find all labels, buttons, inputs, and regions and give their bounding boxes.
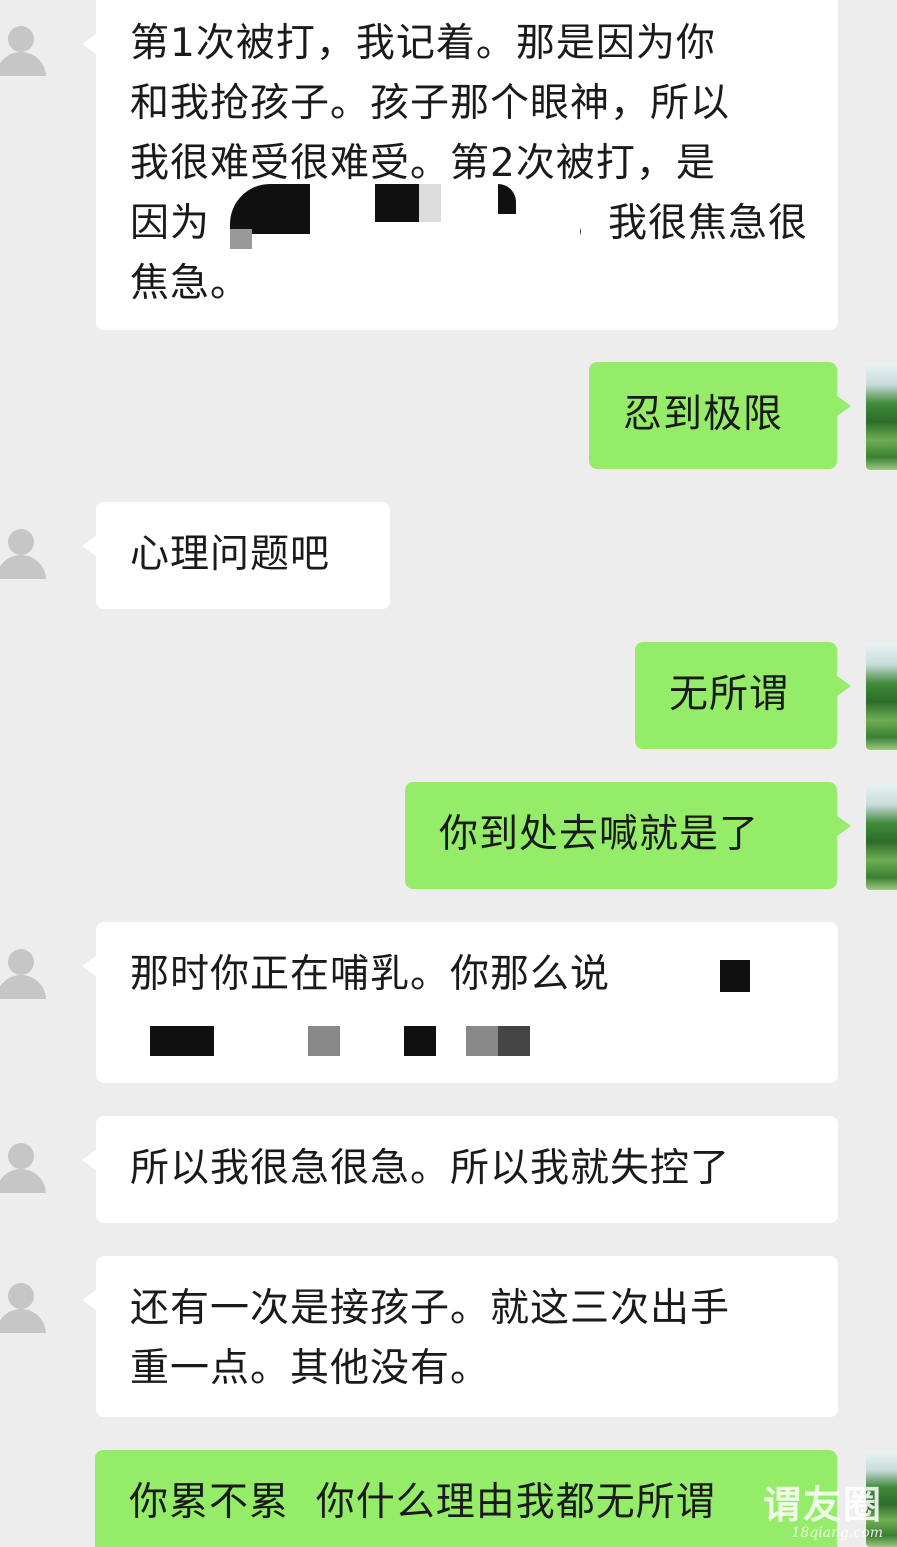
redaction-block [308,1026,340,1056]
message-text: 忍到极限 [623,392,784,437]
redaction-block [150,1026,214,1056]
contact-avatar[interactable] [0,523,48,579]
message-bubble-incoming[interactable]: 那时你正在哺乳。你那么说 [82,922,838,1083]
message-bubble-incoming[interactable]: 第1次被打，我记着。那是因为你 和我抢孩子。孩子那个眼神，所以 我很难受很难受。… [82,0,838,330]
message-bubble-outgoing[interactable]: 你到处去喊就是了 [405,782,851,889]
message-text: 所以我很急很急。所以我就失控了 [130,1146,731,1191]
message-text-line: 重一点。其他没有。 [130,1346,491,1391]
message-text: 你累不累 你什么理由我都无所谓 [129,1480,716,1525]
redaction-block [419,184,441,222]
message-text-line: 和我抢孩子。孩子那个眼神，所以 [130,81,731,126]
message-text: 那时你正在哺乳。你那么说 [130,952,611,997]
message-bubble-incoming[interactable]: 还有一次是接孩子。就这三次出手 重一点。其他没有。 [82,1256,838,1417]
self-avatar[interactable] [866,783,897,890]
redaction-block [230,229,252,249]
watermark-title: 谓友圈 [762,1482,883,1527]
message-bubble-outgoing[interactable]: 你累不累 你什么理由我都无所谓 [95,1450,837,1547]
contact-avatar[interactable] [0,1137,48,1193]
redaction-block [375,184,419,222]
message-text-line: 焦急。 [130,261,251,306]
contact-avatar[interactable] [0,1277,48,1333]
redaction-block [466,1026,498,1056]
contact-avatar[interactable] [0,943,48,999]
message-bubble-outgoing[interactable]: 忍到极限 [589,362,851,469]
self-avatar[interactable] [866,363,897,470]
message-text: 心理问题吧 [130,532,331,577]
message-text-fragment: 因为 [130,201,211,246]
message-text: 无所谓 [669,672,790,717]
message-text-line: 第1次被打，我记着。那是因为你 [130,21,716,66]
message-bubble-incoming[interactable]: 所以我很急很急。所以我就失控了 [82,1116,838,1223]
message-bubble-outgoing[interactable]: 无所谓 [635,642,851,749]
redaction-block [404,1026,436,1056]
redaction-block [720,960,750,992]
message-text: 你到处去喊就是了 [439,812,760,857]
self-avatar[interactable] [866,643,897,750]
message-text-line: 还有一次是接孩子。就这三次出手 [130,1286,731,1331]
message-text-line: 我很难受很难受。第2次被打，是 [130,141,716,186]
contact-avatar[interactable] [0,20,48,76]
redaction-block [498,1026,530,1056]
message-bubble-incoming[interactable]: 心理问题吧 [82,502,390,609]
watermark-url: 18qiang.com [791,1525,883,1541]
watermark-logo: 谓友圈 18qiang.com [762,1482,883,1542]
